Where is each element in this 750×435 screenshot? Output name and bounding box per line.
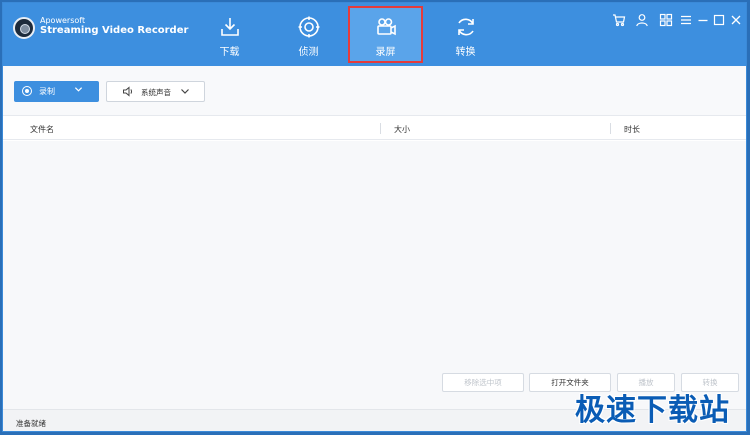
- tab-download[interactable]: 下载: [193, 6, 266, 64]
- close-icon[interactable]: [729, 13, 743, 27]
- product-name: Streaming Video Recorder: [40, 25, 189, 37]
- record-label: 录制: [39, 87, 55, 96]
- detect-icon: [298, 16, 319, 38]
- app-window: Apowersoft Streaming Video Recorder 下载 侦…: [2, 2, 747, 432]
- app-logo-icon: [13, 17, 35, 39]
- brand-name: Apowersoft: [40, 16, 86, 25]
- camera-icon: [376, 18, 396, 36]
- tab-download-label: 下载: [219, 47, 240, 58]
- chevron-down-icon[interactable]: [74, 85, 83, 94]
- speaker-icon: [123, 86, 133, 97]
- remove-selected-button[interactable]: 移除选中项: [442, 373, 524, 392]
- toolbar: 录制 系统声音: [3, 66, 746, 116]
- cart-icon[interactable]: [612, 13, 626, 27]
- audio-source-dropdown[interactable]: 系统声音: [106, 81, 205, 102]
- tab-convert-label: 转换: [455, 47, 476, 58]
- column-size[interactable]: 大小: [394, 124, 410, 135]
- tab-detect-label: 侦测: [298, 47, 319, 58]
- table-header: 文件名 大小 时长: [3, 117, 746, 140]
- minimize-icon[interactable]: [696, 13, 710, 27]
- title-bar: Apowersoft Streaming Video Recorder 下载 侦…: [3, 3, 746, 66]
- tab-record[interactable]: 录屏: [348, 6, 423, 63]
- column-filename[interactable]: 文件名: [30, 124, 54, 135]
- status-text: 准备就绪: [16, 419, 46, 428]
- record-button[interactable]: 录制: [14, 81, 99, 102]
- menu-icon[interactable]: [679, 13, 693, 27]
- download-icon: [220, 18, 239, 36]
- column-divider[interactable]: [610, 123, 611, 134]
- tab-convert[interactable]: 转换: [429, 6, 502, 64]
- audio-source-label: 系统声音: [141, 88, 171, 97]
- convert-icon: [457, 18, 474, 36]
- chevron-down-icon: [181, 89, 189, 94]
- column-duration[interactable]: 时长: [624, 124, 640, 135]
- brand: Apowersoft Streaming Video Recorder: [40, 16, 188, 37]
- column-divider[interactable]: [380, 123, 381, 134]
- tab-record-label: 录屏: [375, 47, 396, 58]
- record-icon: [22, 86, 32, 96]
- site-watermark: 极速下载站: [575, 393, 730, 428]
- tab-detect[interactable]: 侦测: [272, 6, 345, 64]
- maximize-icon[interactable]: [712, 13, 726, 27]
- user-icon[interactable]: [635, 13, 649, 27]
- file-list[interactable]: 移除选中项 打开文件夹 播放 转换: [3, 141, 746, 409]
- grid-icon[interactable]: [659, 13, 673, 27]
